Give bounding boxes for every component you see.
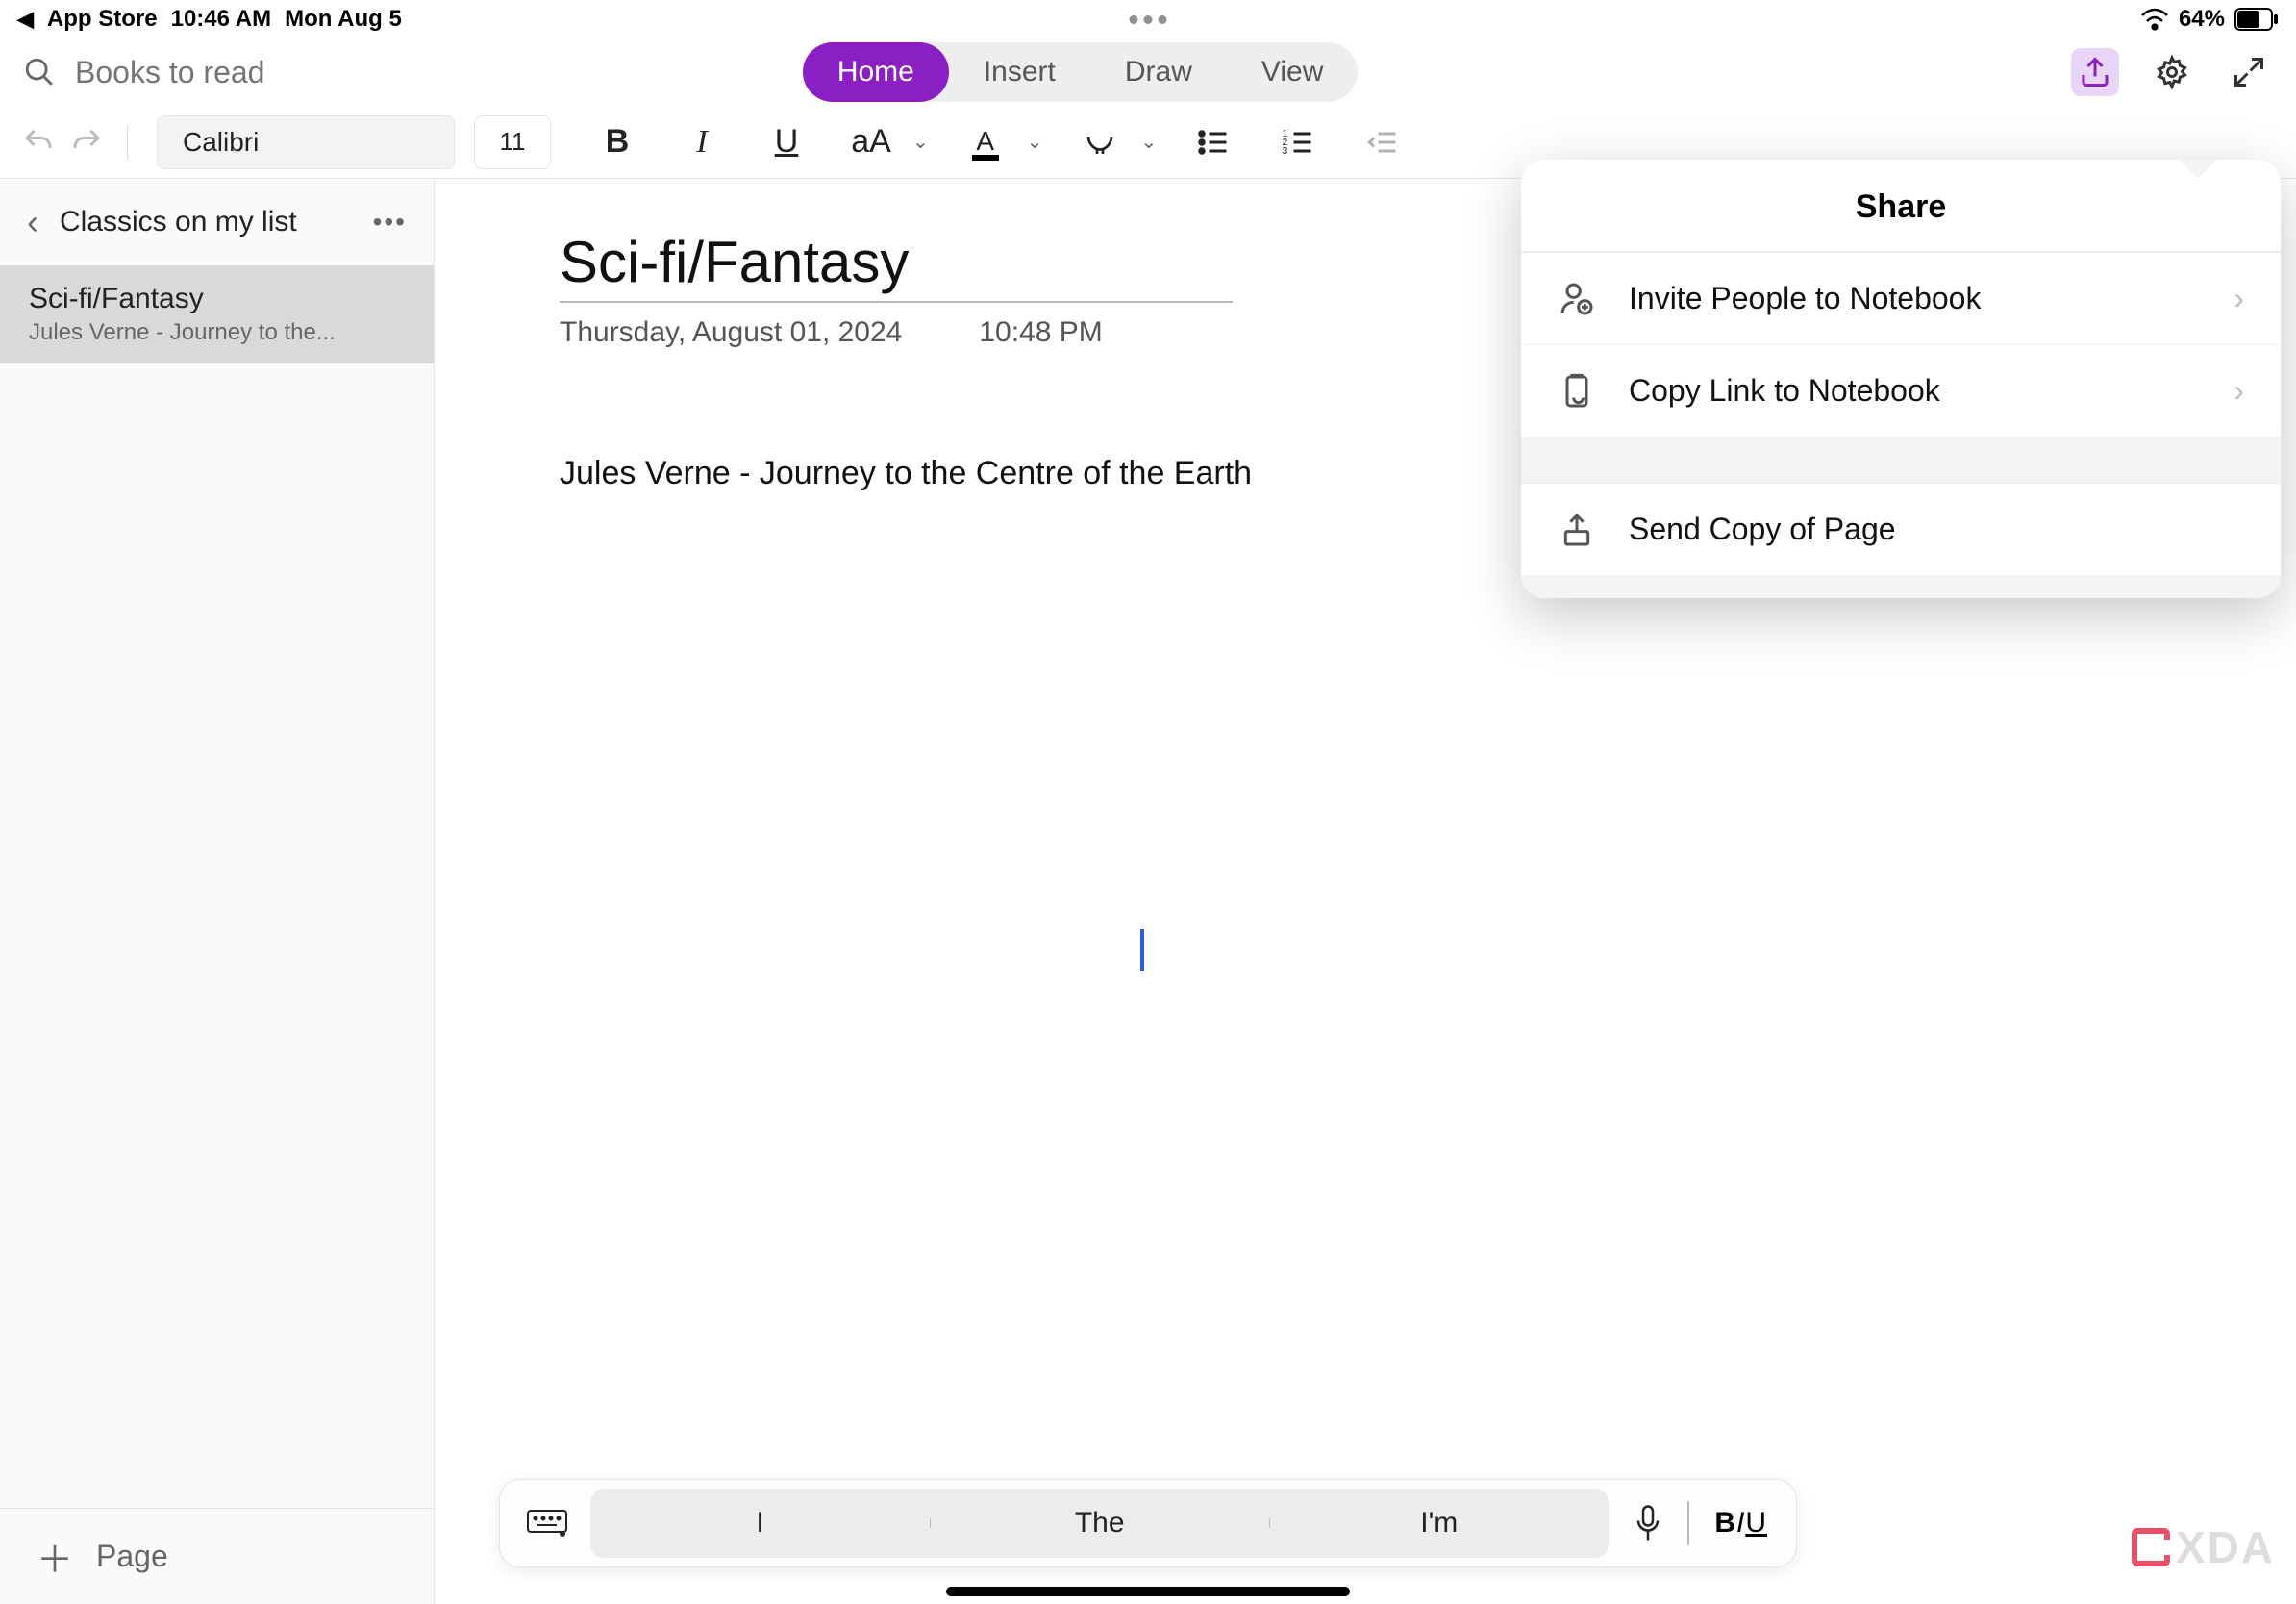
wifi-icon xyxy=(2140,8,2169,31)
bold-button[interactable]: B xyxy=(587,115,647,169)
search-icon[interactable] xyxy=(23,56,56,88)
share-invite-row[interactable]: Invite People to Notebook › xyxy=(1521,252,2281,344)
dictation-button[interactable] xyxy=(1634,1504,1662,1542)
numbered-list-button[interactable]: 123 xyxy=(1268,115,1328,169)
multitask-dots[interactable] xyxy=(1130,15,1167,24)
svg-text:3: 3 xyxy=(1283,145,1288,157)
chevron-down-icon[interactable]: ⌄ xyxy=(1027,130,1043,154)
send-copy-icon xyxy=(1558,511,1596,549)
note-canvas[interactable]: Sci-fi/Fantasy Thursday, August 01, 2024… xyxy=(435,179,2296,1604)
page-item-title: Sci-fi/Fantasy xyxy=(29,283,405,315)
tab-draw[interactable]: Draw xyxy=(1090,42,1227,102)
undo-button[interactable] xyxy=(21,125,56,160)
share-send-copy-row[interactable]: Send Copy of Page xyxy=(1521,483,2281,575)
add-page-button[interactable]: ＋ Page xyxy=(0,1508,434,1604)
page-list-item[interactable]: Sci-fi/Fantasy Jules Verne - Journey to … xyxy=(0,265,434,363)
font-name-select[interactable]: Calibri xyxy=(157,115,455,169)
underline-button[interactable]: U xyxy=(757,115,816,169)
status-bar: ◀ App Store 10:46 AM Mon Aug 5 64% xyxy=(0,0,2296,38)
add-page-label: Page xyxy=(96,1539,168,1574)
search-input[interactable] xyxy=(75,55,421,90)
suggestion-3[interactable]: I'm xyxy=(1269,1507,1609,1540)
text-cursor xyxy=(1140,929,1144,971)
keyboard-suggestion-bar: I The I'm BIU xyxy=(499,1479,1797,1567)
bullet-list-button[interactable] xyxy=(1184,115,1243,169)
font-size-select[interactable]: 11 xyxy=(474,115,551,169)
sidebar-back-button[interactable]: ‹ xyxy=(27,202,38,242)
page-item-snippet: Jules Verne - Journey to the... xyxy=(29,319,405,346)
page-list-sidebar: ‹ Classics on my list ••• Sci-fi/Fantasy… xyxy=(0,179,435,1604)
share-popover-title: Share xyxy=(1521,160,2281,252)
chevron-down-icon[interactable]: ⌄ xyxy=(912,130,929,154)
status-time: 10:46 AM xyxy=(171,6,271,33)
ribbon-tabs: Home Insert Draw View xyxy=(803,42,1359,102)
top-toolbar: Home Insert Draw View xyxy=(0,38,2296,106)
share-popover: Share Invite People to Notebook › Copy L… xyxy=(1521,160,2281,598)
suggestion-1[interactable]: I xyxy=(590,1507,930,1540)
status-date: Mon Aug 5 xyxy=(285,6,402,33)
text-case-button[interactable]: aA xyxy=(841,115,901,169)
suggestion-2[interactable]: The xyxy=(930,1507,1269,1540)
tab-home[interactable]: Home xyxy=(803,42,949,102)
section-title[interactable]: Classics on my list xyxy=(60,206,352,238)
battery-percent: 64% xyxy=(2179,6,2225,33)
redo-button[interactable] xyxy=(69,125,104,160)
fullscreen-button[interactable] xyxy=(2225,48,2273,96)
highlight-button[interactable] xyxy=(1070,115,1130,169)
note-time: 10:48 PM xyxy=(979,316,1102,349)
settings-button[interactable] xyxy=(2148,48,2196,96)
format-biu-button[interactable]: BIU xyxy=(1714,1507,1767,1540)
outdent-button[interactable] xyxy=(1353,115,1412,169)
home-indicator[interactable] xyxy=(946,1587,1350,1596)
chevron-down-icon[interactable]: ⌄ xyxy=(1141,130,1158,154)
share-copy-link-row[interactable]: Copy Link to Notebook › xyxy=(1521,344,2281,437)
plus-icon: ＋ xyxy=(37,1530,73,1583)
share-send-copy-label: Send Copy of Page xyxy=(1629,512,2244,547)
note-date: Thursday, August 01, 2024 xyxy=(560,316,902,349)
share-invite-label: Invite People to Notebook xyxy=(1629,281,2201,316)
battery-icon xyxy=(2234,8,2279,31)
back-triangle-icon[interactable]: ◀ xyxy=(17,7,34,32)
back-app-label[interactable]: App Store xyxy=(47,6,158,33)
watermark-logo: XDA xyxy=(2132,1521,2275,1573)
chevron-right-icon: › xyxy=(2234,373,2244,409)
tab-view[interactable]: View xyxy=(1227,42,1358,102)
clipboard-link-icon xyxy=(1558,372,1596,411)
font-color-button[interactable]: A xyxy=(956,115,1015,169)
keyboard-toggle-button[interactable] xyxy=(513,1506,581,1541)
italic-button[interactable]: I xyxy=(672,115,732,169)
section-more-button[interactable]: ••• xyxy=(373,207,407,238)
note-title[interactable]: Sci-fi/Fantasy xyxy=(560,229,1233,303)
share-button[interactable] xyxy=(2071,48,2119,96)
person-add-icon xyxy=(1558,280,1596,318)
chevron-right-icon: › xyxy=(2234,281,2244,316)
share-copy-link-label: Copy Link to Notebook xyxy=(1629,373,2201,409)
tab-insert[interactable]: Insert xyxy=(949,42,1090,102)
